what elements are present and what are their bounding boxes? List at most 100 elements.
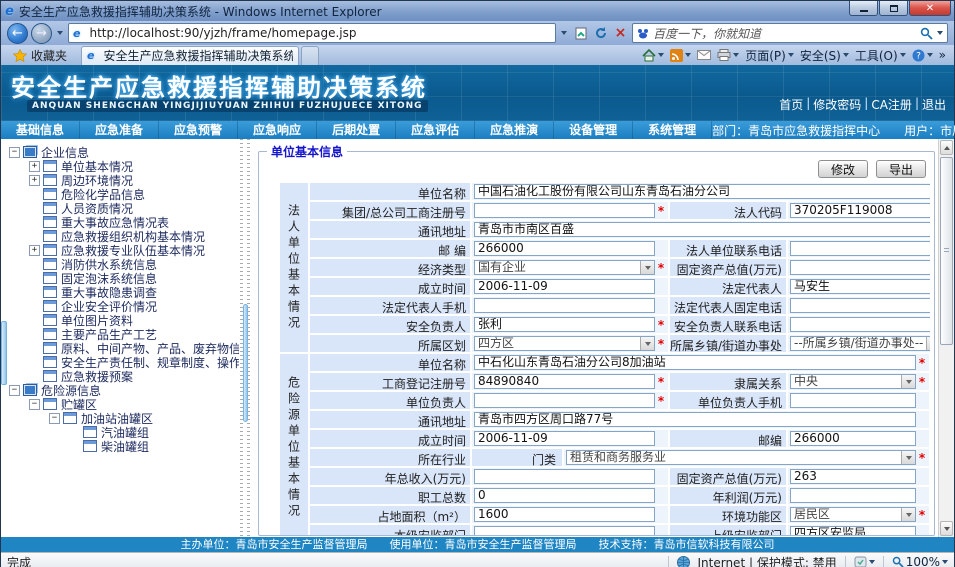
- tree-item[interactable]: −危险源信息: [7, 383, 239, 397]
- field-input[interactable]: 263: [790, 469, 916, 484]
- export-button[interactable]: 导出: [876, 160, 926, 178]
- field-input[interactable]: 青岛市四方区周口路77号: [474, 412, 916, 427]
- refresh-button[interactable]: [592, 23, 609, 43]
- menu-item-0[interactable]: 基础信息: [1, 121, 80, 139]
- browser-tab[interactable]: e 安全生产应急救援指挥辅助决策系统: [81, 46, 299, 65]
- vertical-scrollbar[interactable]: [938, 139, 954, 537]
- page-menu[interactable]: 页面(P): [745, 47, 794, 64]
- menu-item-4[interactable]: 后期处置: [317, 121, 396, 139]
- feeds-button[interactable]: [670, 49, 691, 62]
- field-input[interactable]: [790, 241, 930, 256]
- field-input[interactable]: 青岛市市南区百盛: [474, 222, 930, 237]
- minimize-button[interactable]: [849, 1, 878, 16]
- menu-item-8[interactable]: 系统管理: [633, 121, 712, 139]
- field-input[interactable]: [474, 393, 655, 408]
- field-input[interactable]: 四方区安监局: [790, 526, 916, 535]
- new-tab-button[interactable]: [301, 46, 319, 65]
- minus-expander-icon[interactable]: −: [9, 147, 20, 158]
- splitter-handle[interactable]: [243, 304, 248, 422]
- field-input[interactable]: 中国石油化工股份有限公司山东青岛石油分公司: [474, 184, 930, 199]
- field-input[interactable]: [790, 298, 930, 313]
- history-dropdown[interactable]: [55, 25, 65, 41]
- menu-item-1[interactable]: 应急准备: [80, 121, 159, 139]
- field-input[interactable]: [790, 317, 930, 332]
- field-input[interactable]: 0: [474, 488, 655, 503]
- field-input[interactable]: 266000: [474, 241, 655, 256]
- tree-scroll-handle[interactable]: [1, 321, 7, 385]
- close-button[interactable]: ✕: [909, 1, 951, 16]
- zoom-control[interactable]: 100%: [892, 555, 948, 567]
- field-input[interactable]: 2006-11-09: [474, 431, 655, 446]
- header-link-2[interactable]: CA注册: [871, 96, 912, 113]
- search-dropdown[interactable]: [937, 31, 943, 35]
- field-select[interactable]: 租赁和商务服务业: [566, 450, 916, 465]
- field-select[interactable]: 国有企业: [474, 260, 655, 275]
- field-label: 单位负责人: [309, 391, 471, 410]
- address-field[interactable]: e http://localhost:90/yjzh/frame/homepag…: [68, 23, 556, 43]
- minus-expander-icon[interactable]: −: [9, 385, 20, 396]
- chevron-down-icon[interactable]: [901, 375, 915, 388]
- address-dropdown[interactable]: [559, 25, 569, 41]
- scroll-down-arrow[interactable]: [940, 521, 953, 536]
- field-input[interactable]: 84890840: [474, 374, 655, 389]
- field-input[interactable]: 1600: [474, 507, 655, 522]
- favorites-button[interactable]: 收藏夹: [5, 46, 75, 64]
- search-icon[interactable]: [920, 27, 933, 40]
- field-select[interactable]: 居民区: [790, 507, 916, 522]
- field-input[interactable]: [790, 260, 930, 275]
- header-link-0[interactable]: 首页: [779, 96, 803, 113]
- field-select[interactable]: 中央: [790, 374, 916, 389]
- chevron-down-icon[interactable]: [926, 337, 930, 350]
- chevron-down-icon[interactable]: [640, 337, 654, 350]
- tree-item[interactable]: 柴油罐组: [7, 439, 239, 453]
- field-input[interactable]: [790, 488, 916, 503]
- mail-button[interactable]: [697, 50, 711, 60]
- scroll-up-arrow[interactable]: [940, 140, 953, 155]
- field-input[interactable]: 张利: [474, 317, 655, 332]
- field-input[interactable]: [474, 469, 655, 484]
- field-input[interactable]: 266000: [790, 431, 916, 446]
- field-input[interactable]: [474, 298, 655, 313]
- stop-button[interactable]: ×: [612, 23, 629, 43]
- minus-expander-icon[interactable]: −: [49, 413, 60, 424]
- print-button[interactable]: [717, 49, 739, 61]
- back-button[interactable]: ←: [7, 23, 28, 44]
- form-row: 邮 编266000法人单位联系电话: [309, 239, 930, 258]
- field-input[interactable]: [790, 393, 916, 408]
- field-select[interactable]: 四方区: [474, 336, 655, 351]
- minus-expander-icon[interactable]: −: [29, 399, 40, 410]
- menu-item-7[interactable]: 设备管理: [554, 121, 633, 139]
- header-link-3[interactable]: 退出: [922, 96, 946, 113]
- chevron-down-icon[interactable]: [640, 261, 654, 274]
- menu-item-6[interactable]: 应急推演: [475, 121, 554, 139]
- modify-button[interactable]: 修改: [818, 160, 868, 178]
- field-input[interactable]: 370205F119008: [790, 203, 930, 218]
- forward-button[interactable]: →: [31, 23, 52, 44]
- chevron-down-icon[interactable]: [901, 451, 915, 464]
- menu-item-3[interactable]: 应急响应: [238, 121, 317, 139]
- plus-expander-icon[interactable]: +: [29, 161, 40, 172]
- more-commands[interactable]: »: [939, 48, 946, 62]
- field-input[interactable]: 2006-11-09: [474, 279, 655, 294]
- tools-menu[interactable]: 工具(O): [855, 47, 906, 64]
- scrollbar-thumb[interactable]: [940, 157, 953, 345]
- plus-expander-icon[interactable]: +: [29, 245, 40, 256]
- field-select[interactable]: --所属乡镇/街道办事处--: [790, 336, 930, 351]
- menu-item-2[interactable]: 应急预警: [159, 121, 238, 139]
- safety-menu[interactable]: 安全(S): [800, 47, 849, 64]
- panel-splitter[interactable]: [239, 139, 252, 537]
- maximize-button[interactable]: [879, 1, 908, 16]
- field-input[interactable]: [474, 526, 655, 535]
- compatibility-view-icon[interactable]: [572, 23, 589, 43]
- help-menu[interactable]: ?: [912, 49, 933, 62]
- field-input[interactable]: 马安生: [790, 279, 930, 294]
- header-link-1[interactable]: 修改密码: [813, 96, 861, 113]
- protected-mode-button[interactable]: [854, 556, 875, 567]
- menu-item-5[interactable]: 应急评估: [396, 121, 475, 139]
- chevron-down-icon[interactable]: [901, 508, 915, 521]
- plus-expander-icon[interactable]: +: [29, 175, 40, 186]
- field-input[interactable]: 中石化山东青岛石油分公司8加油站: [474, 355, 916, 370]
- search-box[interactable]: 百度一下，你就知道: [632, 23, 948, 43]
- field-input[interactable]: [474, 203, 655, 218]
- home-button[interactable]: [642, 49, 664, 62]
